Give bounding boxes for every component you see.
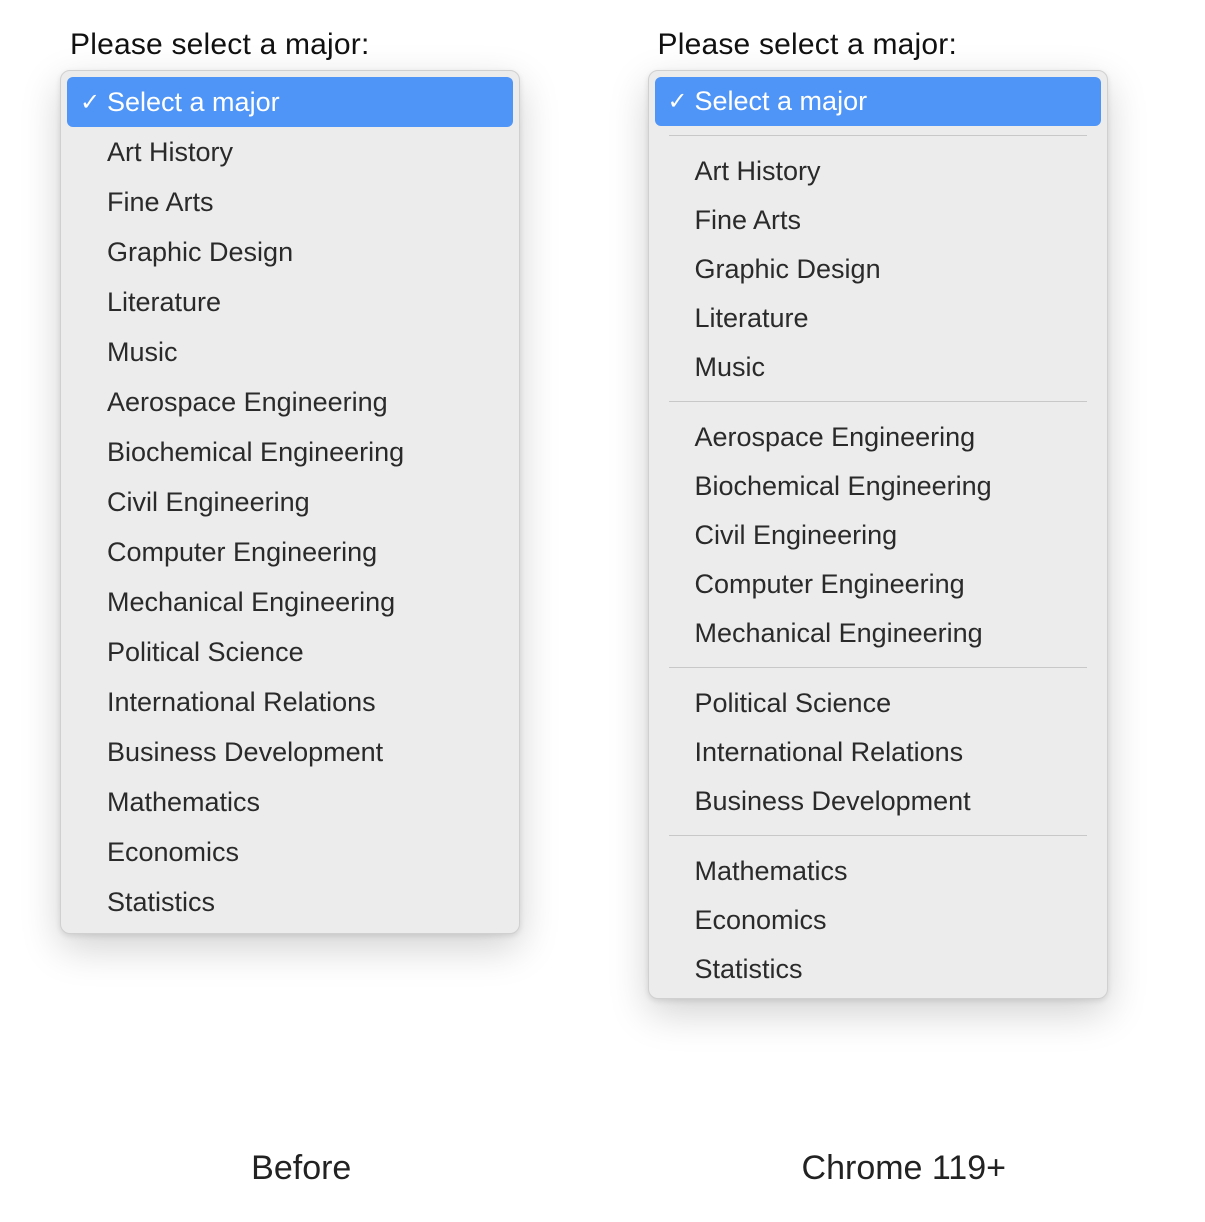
option-label: Literature: [107, 287, 503, 318]
option-political-science[interactable]: Political Science: [67, 627, 513, 677]
option-label: Economics: [107, 837, 503, 868]
option-biochemical-engineering[interactable]: Biochemical Engineering: [67, 427, 513, 477]
option-label: Civil Engineering: [107, 487, 503, 518]
option-label: Select a major: [695, 86, 1091, 117]
group-separator: [669, 135, 1087, 136]
option-placeholder[interactable]: ✓ Select a major: [67, 77, 513, 127]
option-computer-engineering[interactable]: Computer Engineering: [655, 560, 1101, 609]
option-economics[interactable]: Economics: [67, 827, 513, 877]
option-label: Graphic Design: [107, 237, 503, 268]
before-column: Please select a major: ✓ Select a major …: [60, 28, 558, 1222]
option-statistics[interactable]: Statistics: [655, 945, 1101, 994]
option-graphic-design[interactable]: Graphic Design: [655, 245, 1101, 294]
option-label: Art History: [695, 156, 1091, 187]
option-label: Fine Arts: [695, 205, 1091, 236]
option-aerospace-engineering[interactable]: Aerospace Engineering: [655, 413, 1101, 462]
option-label: Aerospace Engineering: [107, 387, 503, 418]
option-label: Mechanical Engineering: [695, 618, 1091, 649]
select-menu-after[interactable]: ✓ Select a major Art History Fine Arts G…: [648, 70, 1108, 999]
caption-after: Chrome 119+: [603, 1149, 1205, 1188]
option-placeholder[interactable]: ✓ Select a major: [655, 77, 1101, 126]
option-computer-engineering[interactable]: Computer Engineering: [67, 527, 513, 577]
option-fine-arts[interactable]: Fine Arts: [655, 196, 1101, 245]
caption-before: Before: [0, 1149, 603, 1188]
option-label: International Relations: [107, 687, 503, 718]
option-label: Literature: [695, 303, 1091, 334]
option-international-relations[interactable]: International Relations: [655, 728, 1101, 777]
option-aerospace-engineering[interactable]: Aerospace Engineering: [67, 377, 513, 427]
option-mechanical-engineering[interactable]: Mechanical Engineering: [67, 577, 513, 627]
checkmark-icon: ✓: [661, 87, 695, 116]
group-separator: [669, 667, 1087, 668]
option-label: Aerospace Engineering: [695, 422, 1091, 453]
option-music[interactable]: Music: [655, 343, 1101, 392]
option-label: Biochemical Engineering: [107, 437, 503, 468]
option-civil-engineering[interactable]: Civil Engineering: [655, 511, 1101, 560]
option-civil-engineering[interactable]: Civil Engineering: [67, 477, 513, 527]
group-separator: [669, 835, 1087, 836]
option-label: Business Development: [695, 786, 1091, 817]
option-label: Art History: [107, 137, 503, 168]
option-label: Political Science: [107, 637, 503, 668]
after-column: Please select a major: ✓ Select a major …: [648, 28, 1146, 1222]
option-art-history[interactable]: Art History: [655, 147, 1101, 196]
option-mechanical-engineering[interactable]: Mechanical Engineering: [655, 609, 1101, 658]
option-label: Biochemical Engineering: [695, 471, 1091, 502]
option-mathematics[interactable]: Mathematics: [655, 847, 1101, 896]
option-political-science[interactable]: Political Science: [655, 679, 1101, 728]
option-label: International Relations: [695, 737, 1091, 768]
option-literature[interactable]: Literature: [655, 294, 1101, 343]
option-label: Economics: [695, 905, 1091, 936]
option-label: Statistics: [695, 954, 1091, 985]
option-label: Political Science: [695, 688, 1091, 719]
option-biochemical-engineering[interactable]: Biochemical Engineering: [655, 462, 1101, 511]
option-label: Select a major: [107, 87, 503, 118]
option-label: Graphic Design: [695, 254, 1091, 285]
option-label: Mathematics: [107, 787, 503, 818]
option-mathematics[interactable]: Mathematics: [67, 777, 513, 827]
option-label: Computer Engineering: [695, 569, 1091, 600]
option-label: Mathematics: [695, 856, 1091, 887]
option-business-development[interactable]: Business Development: [655, 777, 1101, 826]
option-international-relations[interactable]: International Relations: [67, 677, 513, 727]
option-label: Computer Engineering: [107, 537, 503, 568]
option-label: Fine Arts: [107, 187, 503, 218]
checkmark-icon: ✓: [73, 88, 107, 117]
option-business-development[interactable]: Business Development: [67, 727, 513, 777]
option-art-history[interactable]: Art History: [67, 127, 513, 177]
option-fine-arts[interactable]: Fine Arts: [67, 177, 513, 227]
option-music[interactable]: Music: [67, 327, 513, 377]
option-economics[interactable]: Economics: [655, 896, 1101, 945]
option-label: Music: [695, 352, 1091, 383]
option-label: Civil Engineering: [695, 520, 1091, 551]
prompt-label-after: Please select a major:: [658, 28, 958, 62]
option-literature[interactable]: Literature: [67, 277, 513, 327]
option-label: Business Development: [107, 737, 503, 768]
comparison-stage: Please select a major: ✓ Select a major …: [0, 0, 1205, 1222]
option-label: Statistics: [107, 887, 503, 918]
prompt-label-before: Please select a major:: [70, 28, 370, 62]
select-menu-before[interactable]: ✓ Select a major Art History Fine Arts G…: [60, 70, 520, 934]
caption-row: Before Chrome 119+: [0, 1149, 1205, 1188]
option-label: Music: [107, 337, 503, 368]
group-separator: [669, 401, 1087, 402]
option-statistics[interactable]: Statistics: [67, 877, 513, 927]
option-label: Mechanical Engineering: [107, 587, 503, 618]
option-graphic-design[interactable]: Graphic Design: [67, 227, 513, 277]
